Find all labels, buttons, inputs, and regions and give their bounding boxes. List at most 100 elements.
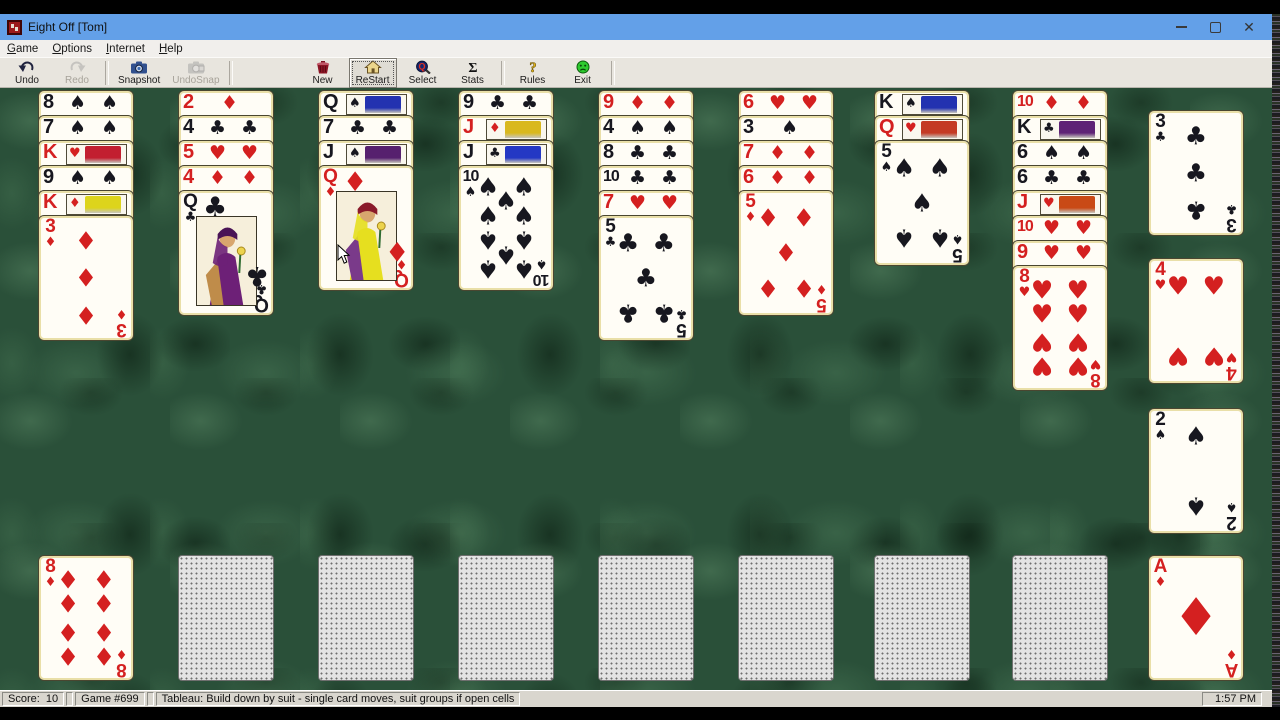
toolbar-button-label: UndoSnap xyxy=(172,75,219,86)
toolbar-button-label: Rules xyxy=(520,75,546,86)
toolbar-rules-button[interactable]: ?Rules xyxy=(509,58,557,88)
maximize-button[interactable] xyxy=(1198,14,1232,40)
card-rank: 8 xyxy=(43,90,54,114)
toolbar-undosnap-button[interactable]: UndoSnap xyxy=(167,58,224,88)
freecell-1-card-8-diamond[interactable]: 8♦8♦♦♦♦♦♦♦♦♦ xyxy=(38,555,134,681)
toolbar-restart-button[interactable]: ReStart xyxy=(349,58,397,88)
diamond-pip-icon: ♦ xyxy=(241,168,258,188)
card-rank: 6 xyxy=(743,90,754,114)
svg-text:Q: Q xyxy=(418,61,425,71)
foundation-diamonds-card-A-diamond[interactable]: A♦A♦♦ xyxy=(1148,555,1244,681)
menu-item-game[interactable]: Game xyxy=(0,40,45,57)
toolbar-select-button[interactable]: Q Select xyxy=(399,58,447,88)
heart-pip-icon: ♥ xyxy=(1031,277,1053,302)
spade-pip-icon: ♠ xyxy=(101,118,118,138)
tableau-8-card-8-heart[interactable]: 8♥8♥♥♥♥♥♥♥♥♥ xyxy=(1012,265,1108,391)
face-art-band xyxy=(921,121,957,138)
card-rank: Q xyxy=(323,90,339,114)
face-art-strip: ♥ xyxy=(1040,194,1101,215)
tableau-4-card-10-spade[interactable]: 10♠10♠♠♠♠♠♠♠♠♠♠♠ xyxy=(458,165,554,291)
tableau-5-card-5-club[interactable]: 5♣5♣♣♣♣♣♣ xyxy=(598,215,694,341)
toolbar-separator xyxy=(501,61,505,85)
club-pip-icon: ♣ xyxy=(245,261,269,289)
heart-pip-icon: ♥ xyxy=(1167,274,1189,299)
toolbar-stats-button[interactable]: ΣStats xyxy=(449,58,497,88)
mouse-cursor xyxy=(337,244,351,270)
face-art-band xyxy=(1059,121,1095,138)
card-rank: 4 xyxy=(183,115,194,139)
freecell-2-empty[interactable] xyxy=(178,555,274,681)
heart-pip-icon: ♥ xyxy=(661,193,678,213)
menu-item-internet[interactable]: Internet xyxy=(99,40,152,57)
card-rank: 5 xyxy=(673,320,690,339)
card-rank: 8 xyxy=(1087,370,1104,389)
heart-pip-icon: ♥ xyxy=(1067,302,1089,327)
spade-pip-icon: ♠ xyxy=(1185,493,1207,518)
freecell-7-empty[interactable] xyxy=(874,555,970,681)
card-rank: K xyxy=(43,190,57,214)
heart-pip-icon: ♥ xyxy=(801,93,818,113)
spade-pip-icon: ♠ xyxy=(101,93,118,113)
tableau-3-card-Q-diamond[interactable]: Q♦Q♦♦♦ xyxy=(318,165,414,291)
diamond-pip-icon: ♦ xyxy=(385,236,409,264)
menu-item-help[interactable]: Help xyxy=(152,40,190,57)
menubar: GameOptionsInternetHelp xyxy=(0,40,1272,57)
face-art-band xyxy=(365,96,401,113)
card-rank: J xyxy=(323,140,334,164)
face-art-band xyxy=(921,96,957,113)
diamond-pip-icon: ♦ xyxy=(57,619,79,644)
card-corner: A♦ xyxy=(1152,557,1169,589)
diamond-pip-icon: ♦ xyxy=(489,120,501,138)
toolbar-button-label: Select xyxy=(409,75,437,86)
card-rank: 8 xyxy=(113,660,130,679)
club-pip-icon: ♣ xyxy=(489,145,501,163)
diamond-pip-icon: ♦ xyxy=(1075,93,1092,113)
freecell-6-empty[interactable] xyxy=(738,555,834,681)
toolbar-snapshot-button[interactable]: Snapshot xyxy=(113,58,165,88)
foundation-spades-card-2-spade[interactable]: 2♠2♠♠♠ xyxy=(1148,408,1244,534)
club-pip-icon: ♣ xyxy=(241,118,258,138)
heart-pip-icon: ♥ xyxy=(1075,243,1092,263)
card-rank: 3 xyxy=(743,115,754,139)
club-pip-icon: ♣ xyxy=(349,118,366,138)
card-rank: 8 xyxy=(603,140,614,164)
face-art-strip: ♦ xyxy=(66,194,127,215)
diamond-pip-icon: ♦ xyxy=(661,93,678,113)
video-frame: Eight Off [Tom] ✕ GameOptionsInternetHel… xyxy=(0,0,1280,720)
close-button[interactable]: ✕ xyxy=(1232,14,1266,40)
spade-pip-icon: ♠ xyxy=(929,156,951,181)
freecell-8-empty[interactable] xyxy=(1012,555,1108,681)
foundation-hearts-card-4-heart[interactable]: 4♥4♥♥♥♥♥ xyxy=(1148,258,1244,384)
diamond-pip-icon: ♦ xyxy=(769,168,786,188)
diamond-pip-icon: ♦ xyxy=(57,567,79,592)
svg-text:?: ? xyxy=(529,60,536,74)
face-art-band xyxy=(505,146,541,163)
freecell-4-empty[interactable] xyxy=(458,555,554,681)
spade-pip-icon: ♠ xyxy=(1075,143,1092,163)
tableau-2-card-Q-club[interactable]: Q♣Q♣♣♣ xyxy=(178,190,274,316)
face-art-strip: ♠ xyxy=(902,94,963,115)
tableau-1-card-3-diamond[interactable]: 3♦3♦♦♦♦ xyxy=(38,215,134,341)
freecell-5-empty[interactable] xyxy=(598,555,694,681)
menu-item-options[interactable]: Options xyxy=(45,40,99,57)
foundation-clubs-card-3-club[interactable]: 3♣3♣♣♣♣ xyxy=(1148,110,1244,236)
diamond-pip-icon: ♦ xyxy=(801,143,818,163)
minimize-button[interactable] xyxy=(1164,14,1198,40)
card-rank: 5 xyxy=(813,295,830,314)
face-art-strip: ♥ xyxy=(66,144,127,165)
spade-pip-icon: ♠ xyxy=(893,225,915,250)
statusbar: Score: 10 Game #699 Tableau: Build down … xyxy=(0,690,1272,707)
heart-pip-icon: ♥ xyxy=(1203,343,1225,368)
toolbar-new-button[interactable]: New xyxy=(299,58,347,88)
card-rank: 6 xyxy=(1017,165,1028,189)
toolbar-exit-button[interactable]: Exit xyxy=(559,58,607,88)
toolbar-undo-button[interactable]: Undo xyxy=(3,58,51,88)
spade-pip-icon: ♠ xyxy=(1185,424,1207,449)
tableau-7-card-5-spade[interactable]: 5♠5♠♠♠♠♠♠ xyxy=(874,140,970,266)
tableau-6-card-5-diamond[interactable]: 5♦5♦♦♦♦♦♦ xyxy=(738,190,834,316)
card-rank: 9 xyxy=(1017,240,1028,264)
toolbar-redo-button[interactable]: Redo xyxy=(53,58,101,88)
window-controls: ✕ xyxy=(1164,14,1272,40)
card-rank: 10 xyxy=(533,270,550,289)
freecell-3-empty[interactable] xyxy=(318,555,414,681)
